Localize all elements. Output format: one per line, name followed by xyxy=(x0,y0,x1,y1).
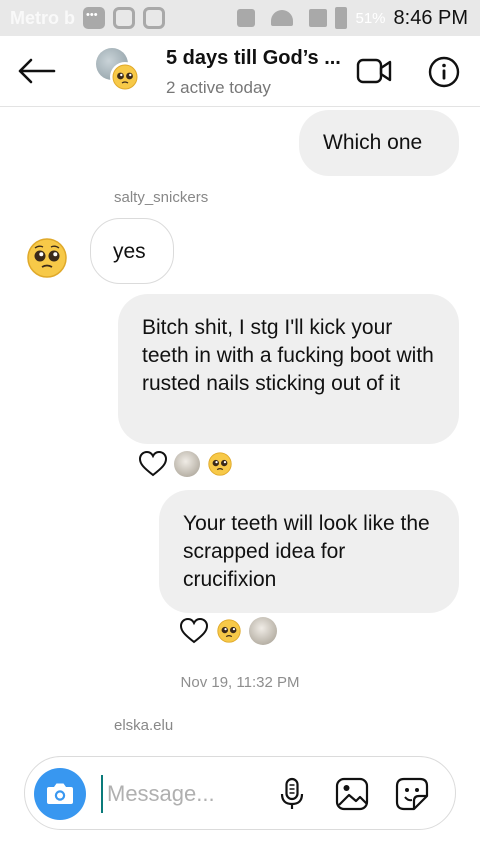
message-bubble-outgoing[interactable]: Which one xyxy=(299,110,459,176)
clock: 8:46 PM xyxy=(393,6,468,29)
pleading-face-icon xyxy=(217,619,241,643)
instagram-notification-icon xyxy=(143,7,165,29)
status-bar: Metro b 51% 8:46 PM xyxy=(0,0,480,36)
wifi-icon xyxy=(271,10,294,26)
message-text: Bitch shit, I stg I'll kick your teeth i… xyxy=(142,316,434,395)
pleading-face-icon xyxy=(208,452,232,476)
chat-title[interactable]: 5 days till God’s ... xyxy=(166,47,341,70)
info-button[interactable] xyxy=(428,56,460,88)
heart-icon[interactable] xyxy=(138,450,168,478)
reactor-avatar xyxy=(249,617,277,645)
instagram-notification-icon xyxy=(113,7,135,29)
message-text: Your teeth will look like the scrapped i… xyxy=(183,512,430,591)
battery-percent: 51% xyxy=(355,9,386,27)
message-bubble-incoming[interactable]: yes xyxy=(90,218,174,284)
vibrate-icon xyxy=(237,9,256,27)
signal-icon xyxy=(309,9,328,27)
group-avatar[interactable] xyxy=(96,48,140,92)
message-text: yes xyxy=(113,240,146,263)
more-notifications-icon xyxy=(83,7,105,29)
back-button[interactable] xyxy=(16,56,56,86)
arrow-left-icon xyxy=(18,58,56,84)
avatar xyxy=(110,62,140,92)
camera-button[interactable] xyxy=(34,768,86,820)
message-bubble-outgoing[interactable]: Bitch shit, I stg I'll kick your teeth i… xyxy=(118,294,459,444)
active-status: 2 active today xyxy=(166,78,271,97)
message-text: Which one xyxy=(323,131,423,154)
battery-icon xyxy=(335,7,348,29)
carrier-label: Metro b xyxy=(10,7,75,28)
pleading-face-icon xyxy=(112,64,138,90)
video-call-button[interactable] xyxy=(356,58,392,84)
sender-name: elska.elu xyxy=(114,717,174,734)
chat-header: 5 days till God’s ... 2 active today xyxy=(0,36,480,107)
heart-icon[interactable] xyxy=(179,617,209,645)
reactor-avatar xyxy=(174,451,200,477)
sender-name: salty_snickers xyxy=(114,189,209,206)
microphone-icon xyxy=(280,777,304,809)
message-composer xyxy=(24,756,456,830)
info-icon xyxy=(428,56,460,88)
sender-avatar[interactable] xyxy=(24,235,70,281)
sticker-icon xyxy=(395,777,429,811)
gallery-button[interactable] xyxy=(335,777,369,811)
sticker-button[interactable] xyxy=(395,777,429,811)
voice-message-button[interactable] xyxy=(275,777,309,811)
camera-icon xyxy=(47,783,73,804)
message-reactions[interactable] xyxy=(179,617,277,645)
pleading-face-icon xyxy=(27,238,67,278)
message-reactions[interactable] xyxy=(138,450,234,478)
message-input[interactable] xyxy=(101,775,259,813)
image-icon xyxy=(335,777,369,811)
message-timestamp: Nov 19, 11:32 PM xyxy=(180,674,300,691)
message-bubble-outgoing[interactable]: Your teeth will look like the scrapped i… xyxy=(159,490,459,613)
video-camera-icon xyxy=(356,58,392,84)
